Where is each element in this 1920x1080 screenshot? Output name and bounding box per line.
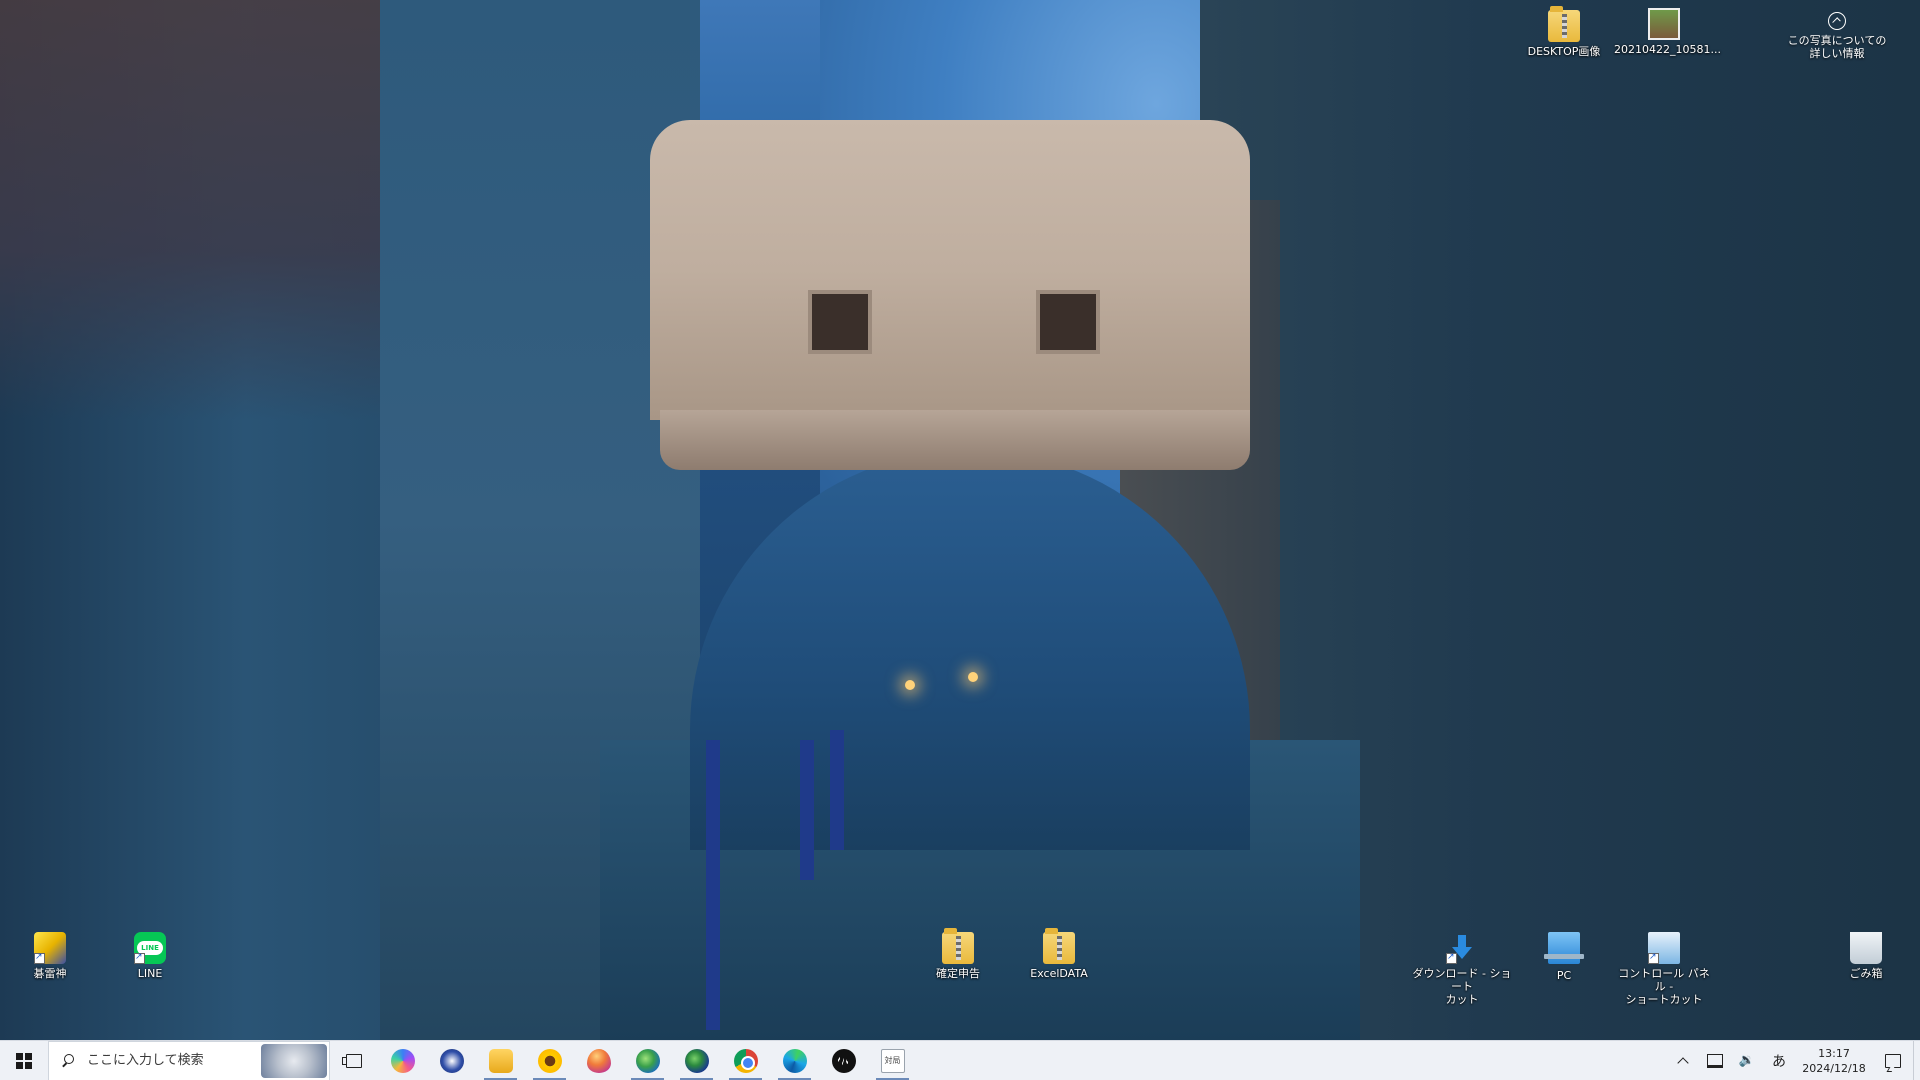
search-input[interactable] <box>85 1052 269 1069</box>
shortcut-arrow-icon <box>1648 951 1659 964</box>
network-icon <box>1707 1053 1723 1068</box>
desktop-icon-exceldata[interactable]: ExcelDATA <box>1009 928 1109 980</box>
desktop-icon-line[interactable]: LINE LINE <box>100 932 200 980</box>
taskbar-app-edge[interactable] <box>770 1041 819 1080</box>
taskbar-app-taikyoku[interactable]: 対局 <box>868 1041 917 1080</box>
desktop-icon-label: DESKTOP画像 <box>1527 45 1601 58</box>
zip-folder-icon <box>1043 928 1075 964</box>
wallpaper-bridge-base <box>660 410 1250 470</box>
chrome-icon <box>733 1048 758 1073</box>
wallpaper-mooring-pole <box>800 740 814 880</box>
desktop-icon-label: ダウンロード - ショート カット <box>1412 967 1512 1006</box>
earth-app-icon <box>684 1048 709 1073</box>
taskbar-clock[interactable]: 13:17 2024/12/18 <box>1795 1046 1873 1076</box>
spotlight-icon <box>1828 12 1846 30</box>
wallpaper-bridge-window <box>1036 290 1100 354</box>
chevron-up-icon <box>1677 1057 1689 1069</box>
wallpaper-mooring-pole <box>830 730 844 850</box>
taskbar-app-copilot[interactable] <box>378 1041 427 1080</box>
network-button[interactable] <box>1699 1041 1731 1080</box>
desktop-icon-photo-file[interactable]: 20210422_10581... <box>1614 8 1721 56</box>
desktop-icon-recycle-bin[interactable]: ごみ箱 <box>1816 932 1916 980</box>
task-view-button[interactable] <box>330 1041 378 1080</box>
control-panel-icon <box>1648 932 1680 964</box>
wallpaper-mooring-pole <box>706 740 720 1030</box>
desktop-icon-label: LINE <box>137 967 163 980</box>
recycle-bin-icon <box>1850 932 1882 964</box>
notification-icon <box>1885 1053 1901 1068</box>
go-raijin-app-icon <box>34 932 66 964</box>
desktop-icon-kakutei[interactable]: 確定申告 <box>908 928 1008 980</box>
shortcut-arrow-icon <box>1446 951 1457 964</box>
taskbar-app-drop[interactable] <box>574 1041 623 1080</box>
system-tray: 🔉 あ 13:17 2024/12/18 <box>1667 1040 1920 1080</box>
desktop-icon-control-panel[interactable]: コントロール パネル - ショートカット <box>1614 932 1714 1006</box>
desktop-wallpaper <box>0 0 1920 1040</box>
spotlight-info-button[interactable]: この写真についての 詳しい情報 <box>1772 12 1902 60</box>
ntt-app-icon <box>439 1048 464 1073</box>
search-highlight-image[interactable] <box>261 1043 327 1078</box>
line-app-icon: LINE <box>134 932 166 964</box>
shortcut-arrow-icon <box>34 951 45 964</box>
search-icon <box>61 1053 75 1068</box>
edge-icon <box>782 1048 807 1073</box>
shortcut-arrow-icon <box>134 951 145 964</box>
file-explorer-icon <box>488 1048 513 1073</box>
clock-date: 2024/12/18 <box>1802 1061 1866 1075</box>
desktop-icon-desktop-images[interactable]: DESKTOP画像 <box>1514 6 1614 58</box>
desktop-icon-label: ExcelDATA <box>1030 967 1088 980</box>
show-hidden-icons-button[interactable] <box>1667 1041 1699 1080</box>
start-button[interactable] <box>0 1041 48 1080</box>
desktop-icon-label: 確定申告 <box>936 967 980 980</box>
wallpaper-bridge-window <box>808 290 872 354</box>
download-shortcut-icon <box>1446 932 1478 964</box>
globe-app-icon <box>635 1048 660 1073</box>
volume-button[interactable]: 🔉 <box>1731 1041 1763 1080</box>
sunflower-app-icon <box>537 1048 562 1073</box>
taskbar-app-globe[interactable] <box>623 1041 672 1080</box>
spotlight-label: この写真についての 詳しい情報 <box>1787 34 1887 60</box>
clock-time: 13:17 <box>1818 1046 1850 1060</box>
taskbar-app-file-explorer[interactable] <box>476 1041 525 1080</box>
drop-app-icon <box>586 1048 611 1073</box>
desktop-icon-pc[interactable]: PC <box>1514 932 1614 982</box>
zip-folder-icon <box>1548 6 1580 42</box>
copilot-icon <box>390 1048 415 1073</box>
taskbar-app-chrome[interactable] <box>721 1041 770 1080</box>
pc-icon <box>1544 932 1584 964</box>
taskbar-app-sunflower[interactable] <box>525 1041 574 1080</box>
wallpaper-lamp <box>968 672 978 682</box>
zip-folder-icon <box>942 928 974 964</box>
task-view-icon <box>342 1053 362 1068</box>
windows-logo-icon <box>16 1052 32 1069</box>
audio-app-icon <box>831 1048 856 1073</box>
notification-center-button[interactable] <box>1873 1041 1913 1080</box>
taskbar: 対局 🔉 あ 13:17 2024/12/18 <box>0 1040 1920 1080</box>
desktop-icon-go-raijin[interactable]: 碁雷神 <box>0 932 100 980</box>
desktop-icon-label: PC <box>1556 969 1572 982</box>
photo-file-icon <box>1648 8 1680 40</box>
desktop-icon-download-shortcut[interactable]: ダウンロード - ショート カット <box>1412 932 1512 1006</box>
wallpaper-bridge-of-sighs <box>650 120 1250 420</box>
desktop-icon-label: ごみ箱 <box>1849 967 1883 980</box>
wallpaper-lamp <box>905 680 915 690</box>
taikyoku-icon: 対局 <box>880 1048 905 1073</box>
desktop-icon-label: 碁雷神 <box>33 967 67 980</box>
desktop-icon-label: コントロール パネル - ショートカット <box>1618 967 1710 1006</box>
taskbar-app-audio[interactable] <box>819 1041 868 1080</box>
show-desktop-button[interactable] <box>1913 1040 1920 1080</box>
ime-mode-button[interactable]: あ <box>1763 1041 1795 1080</box>
taskbar-app-ntt[interactable] <box>427 1041 476 1080</box>
taskbar-search-box[interactable] <box>48 1040 330 1080</box>
speaker-icon: 🔉 <box>1738 1053 1756 1068</box>
taskbar-app-earth[interactable] <box>672 1041 721 1080</box>
desktop-icon-label: 20210422_10581... <box>1614 43 1721 56</box>
wallpaper-left-brick-wall <box>0 0 380 420</box>
